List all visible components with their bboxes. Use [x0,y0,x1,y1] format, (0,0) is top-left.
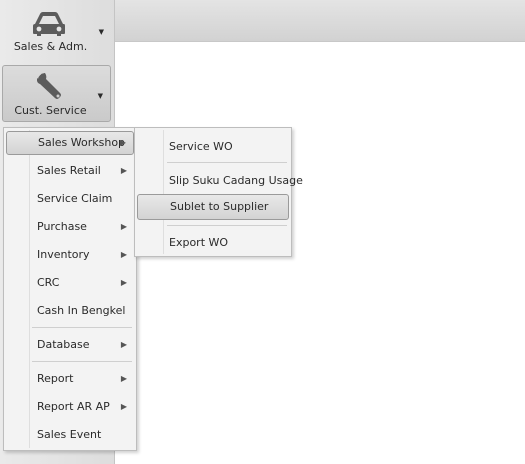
menu-separator [167,162,287,163]
chevron-right-icon: ▶ [120,374,127,383]
chevron-right-icon: ▶ [120,340,127,349]
menu-item-sales-event[interactable]: Sales Event [6,423,134,447]
submenu-item-label: Slip Suku Cadang Usage [169,174,303,187]
menu-item-label: Purchase [37,220,87,233]
chevron-right-icon: ▶ [120,250,127,259]
submenu-item-export-wo[interactable]: Export WO [137,231,289,255]
menu-item-report-ar-ap[interactable]: Report AR AP ▶ [6,395,134,419]
submenu-item-label: Service WO [169,140,233,153]
submenu-item-sublet-to-supplier[interactable]: Sublet to Supplier [137,194,289,220]
menu-item-report[interactable]: Report ▶ [6,367,134,391]
sales-workshop-submenu: Service WO Slip Suku Cadang Usage Sublet… [134,127,303,257]
menu-item-label: CRC [37,276,60,289]
menu-item-label: Sales Retail [37,164,101,177]
chevron-right-icon: ▶ [120,402,127,411]
menu-item-label: Report AR AP [37,400,110,413]
menu-separator [32,361,132,362]
menu-separator [32,327,132,328]
chevron-right-icon: ▶ [120,278,127,287]
menu-item-label: Sales Event [37,428,102,441]
chevron-down-icon[interactable]: ▼ [98,92,103,100]
chevron-right-icon: ▶ [120,166,127,175]
sales-adm-button[interactable]: Sales & Adm. ▼ [2,2,111,59]
wrench-icon [37,73,61,99]
sales-adm-label: Sales & Adm. [13,40,88,53]
car-icon [33,12,65,36]
menu-item-purchase[interactable]: Purchase ▶ [6,215,134,239]
menu-item-label: Service Claim [37,192,113,205]
menu-item-label: Cash In Bengkel [37,304,126,317]
submenu-item-label: Export WO [169,236,229,249]
menu-item-label: Database [37,338,90,351]
menu-item-database[interactable]: Database ▶ [6,333,134,357]
chevron-down-icon[interactable]: ▼ [99,28,104,36]
menu-separator [167,225,287,226]
cust-service-label: Cust. Service [14,104,87,117]
menu-item-label: Sales Workshop [38,136,126,149]
submenu-item-slip-suku-cadang-usage[interactable]: Slip Suku Cadang Usage [137,169,303,193]
menu-item-cash-in-bengkel[interactable]: Cash In Bengkel [6,299,134,323]
menu-item-inventory[interactable]: Inventory ▶ [6,243,134,267]
top-toolbar [115,0,525,42]
chevron-right-icon: ▶ [119,138,126,147]
menu-item-label: Inventory [37,248,90,261]
submenu-item-service-wo[interactable]: Service WO [137,135,289,159]
menu-item-sales-workshop[interactable]: Sales Workshop ▶ [6,131,134,155]
submenu-item-label: Sublet to Supplier [170,200,269,213]
chevron-right-icon: ▶ [120,222,127,231]
cust-service-menu: Sales Workshop ▶ Sales Retail ▶ Service … [3,127,137,451]
menu-item-sales-retail[interactable]: Sales Retail ▶ [6,159,134,183]
menu-item-label: Report [37,372,74,385]
menu-item-crc[interactable]: CRC ▶ [6,271,134,295]
menu-item-service-claim[interactable]: Service Claim [6,187,134,211]
cust-service-button[interactable]: Cust. Service ▼ [2,65,111,122]
